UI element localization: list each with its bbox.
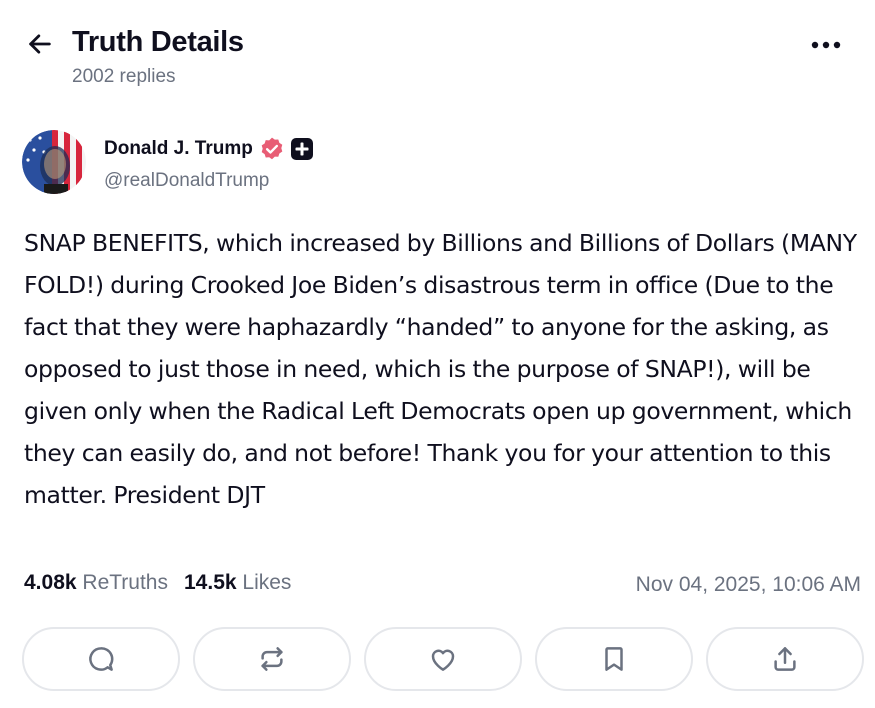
ellipsis-icon [811, 41, 841, 49]
reply-count: 2002 replies [72, 66, 176, 87]
avatar-image [22, 130, 86, 194]
share-button[interactable] [706, 627, 864, 691]
retruth-button[interactable] [193, 627, 351, 691]
like-icon [431, 649, 455, 671]
page-title: Truth Details [72, 26, 244, 58]
author-handle[interactable]: @realDonaldTrump [104, 170, 269, 192]
retruths-count: 4.08k [24, 571, 77, 594]
bookmark-button[interactable] [535, 627, 693, 691]
author-name-row: Donald J. Trump [104, 136, 313, 162]
arrow-left-icon [29, 34, 51, 54]
retruths-label: ReTruths [82, 571, 168, 594]
post-text: SNAP BENEFITS, which increased by Billio… [24, 229, 857, 509]
retruths-stat[interactable]: 4.08k ReTruths [24, 571, 168, 594]
back-button[interactable] [24, 28, 56, 60]
page-header: Truth Details 2002 replies [0, 0, 875, 100]
post-actions [22, 627, 864, 691]
reply-icon [89, 647, 114, 671]
post-stats: 4.08k ReTruths 14.5k Likes [24, 571, 291, 595]
more-options-button[interactable] [806, 30, 846, 60]
reply-button[interactable] [22, 627, 180, 691]
author-name[interactable]: Donald J. Trump [104, 138, 253, 160]
avatar[interactable] [22, 130, 86, 194]
retruth-icon [261, 647, 283, 671]
post-timestamp: Nov 04, 2025, 10:06 AM [635, 573, 861, 596]
like-button[interactable] [364, 627, 522, 691]
verified-badge-icon [259, 136, 285, 162]
share-icon [774, 647, 796, 671]
likes-label: Likes [242, 571, 292, 594]
likes-stat[interactable]: 14.5k Likes [184, 571, 291, 594]
plus-badge-icon [290, 138, 313, 160]
likes-count: 14.5k [184, 571, 237, 594]
post-author: Donald J. Trump @realDonaldTrump [22, 130, 622, 200]
bookmark-icon [605, 647, 623, 671]
